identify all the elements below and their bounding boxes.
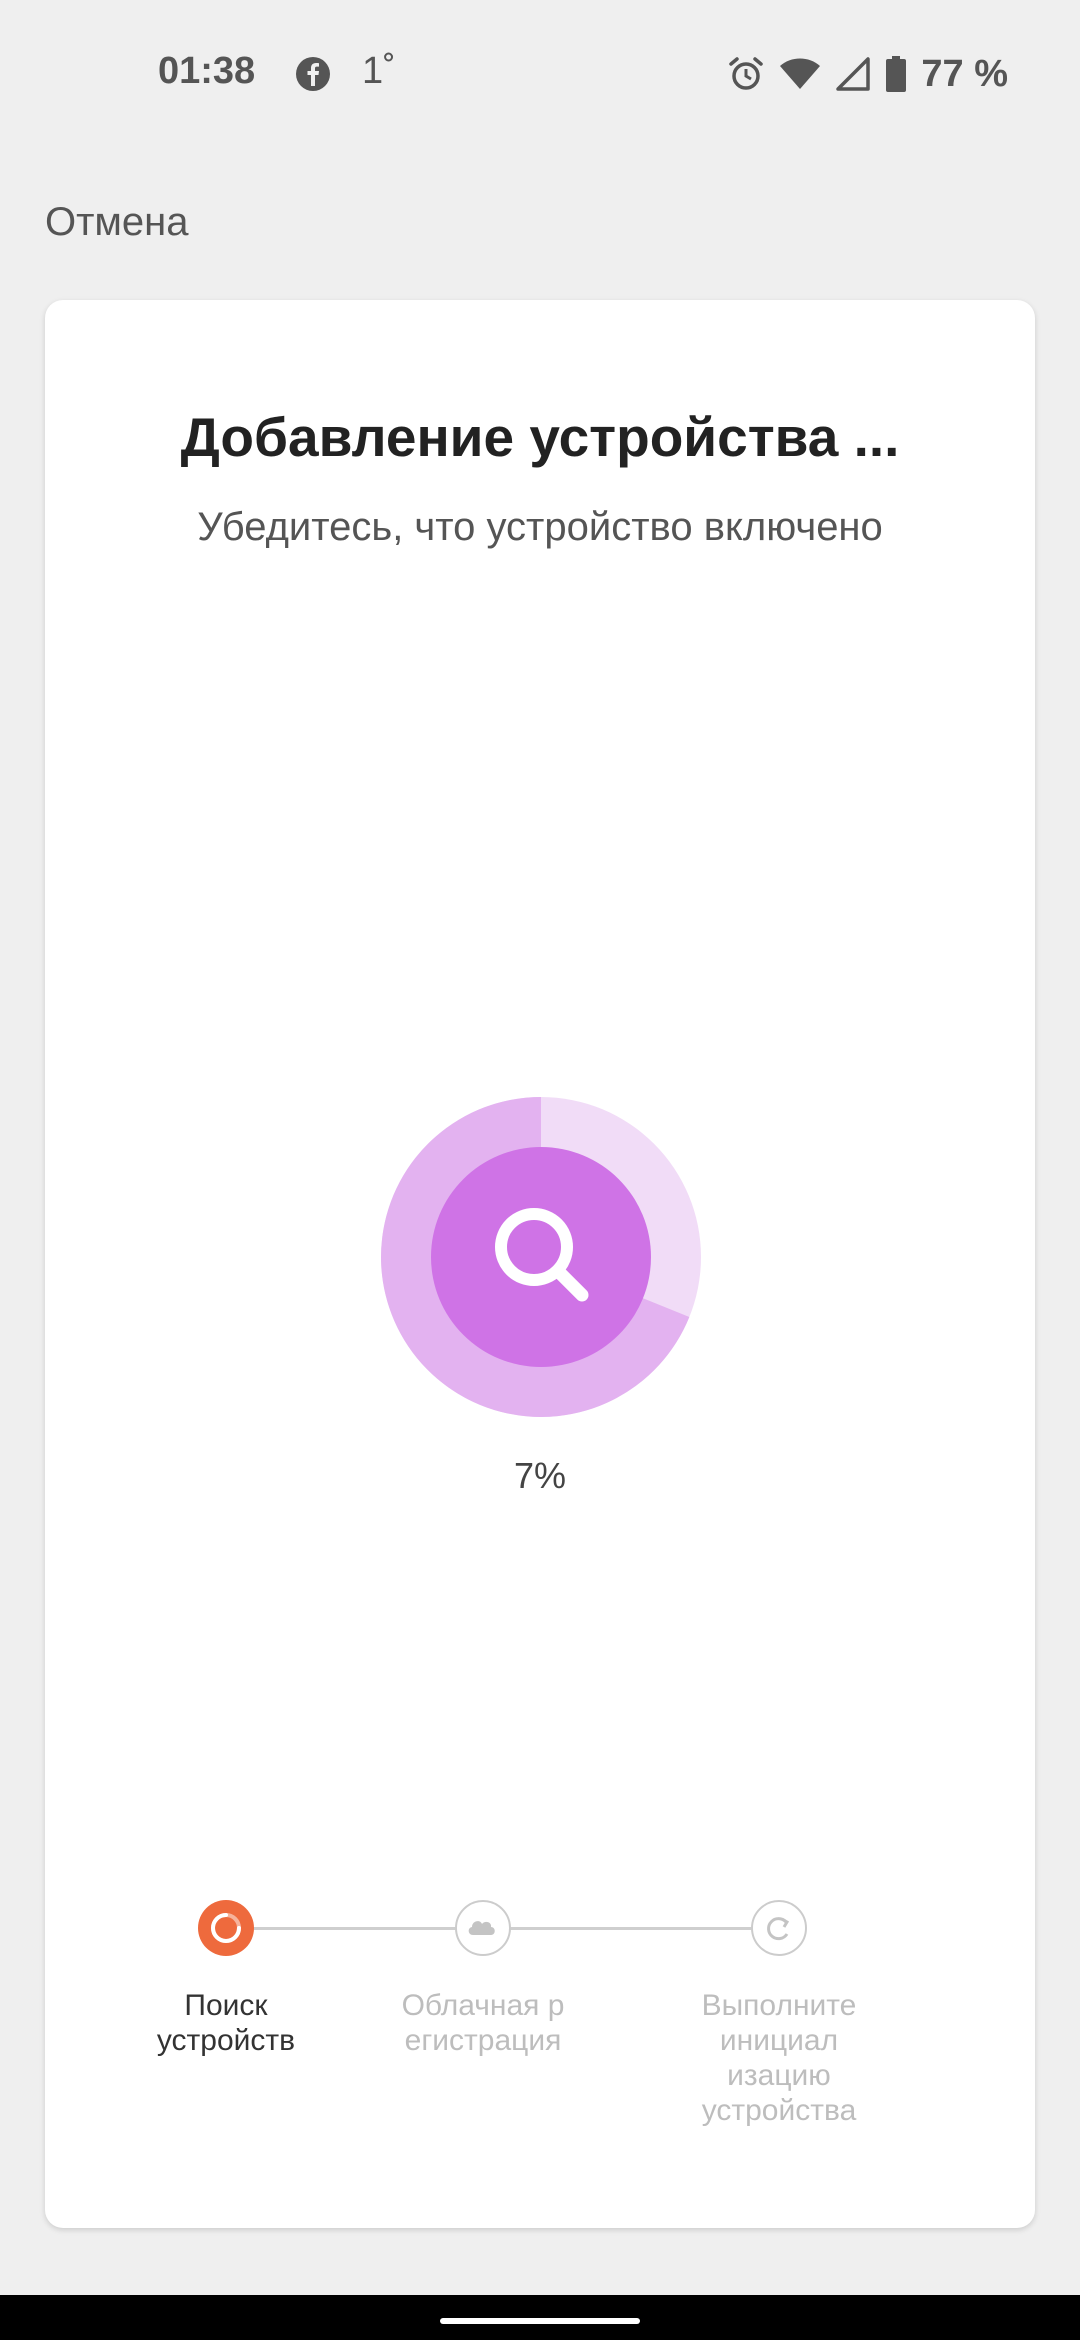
- cloud-icon: [468, 1921, 495, 1935]
- status-right-group: 77 %: [727, 50, 1008, 98]
- step-3-label-line: изацию: [727, 2059, 831, 2092]
- home-gesture-handle[interactable]: [440, 2318, 640, 2324]
- status-time: 01:38: [158, 50, 256, 92]
- step-1-label: Поиск устройств: [126, 1988, 326, 2058]
- wifi-icon: [780, 58, 821, 89]
- step-3-label: Выполните инициал изацию устройства: [679, 1988, 879, 2128]
- search-progress-indicator: [381, 1097, 701, 1417]
- progress-percent: 7%: [513, 1455, 567, 1496]
- progress-core: [431, 1147, 651, 1367]
- step-connector-1: [244, 1927, 458, 1930]
- step-3-label-line: инициал: [719, 2024, 839, 2057]
- step-connector-2: [509, 1927, 754, 1930]
- facebook-icon: [296, 57, 330, 91]
- signal-icon: [836, 57, 871, 91]
- step-1-label-line: устройств: [156, 2024, 296, 2057]
- step-2-indicator: [455, 1900, 511, 1956]
- step-3-label-line: устройства: [701, 2094, 857, 2127]
- spinner-icon: [211, 1913, 241, 1943]
- step-1-indicator: [198, 1900, 254, 1956]
- status-temperature: 1˚: [362, 50, 396, 92]
- step-2-label: Облачная р егистрация: [383, 1988, 583, 2058]
- step-3-label-line: Выполните: [701, 1989, 857, 2022]
- alarm-icon: [729, 57, 764, 90]
- system-nav-bar: [0, 2295, 1080, 2340]
- status-bar: 01:38 1˚ 77 %: [0, 0, 1080, 150]
- refresh-icon: [767, 1917, 790, 1941]
- page-title: Добавление устройства ...: [180, 406, 900, 468]
- steps-indicator: Поиск устройств Облачная р егистрация Вы…: [45, 1900, 1035, 2160]
- battery-icon: [886, 56, 907, 92]
- step-2-label-line: Облачная р: [401, 1989, 565, 2022]
- step-1-label-line: Поиск: [184, 1989, 268, 2022]
- step-2-label-line: егистрация: [404, 2024, 562, 2057]
- cancel-button[interactable]: Отмена: [45, 200, 189, 245]
- page-subtitle: Убедитесь, что устройство включено: [197, 505, 883, 549]
- add-device-card: Добавление устройства ... Убедитесь, что…: [45, 300, 1035, 2228]
- step-3-indicator: [751, 1900, 807, 1956]
- battery-percent: 77 %: [921, 52, 1008, 95]
